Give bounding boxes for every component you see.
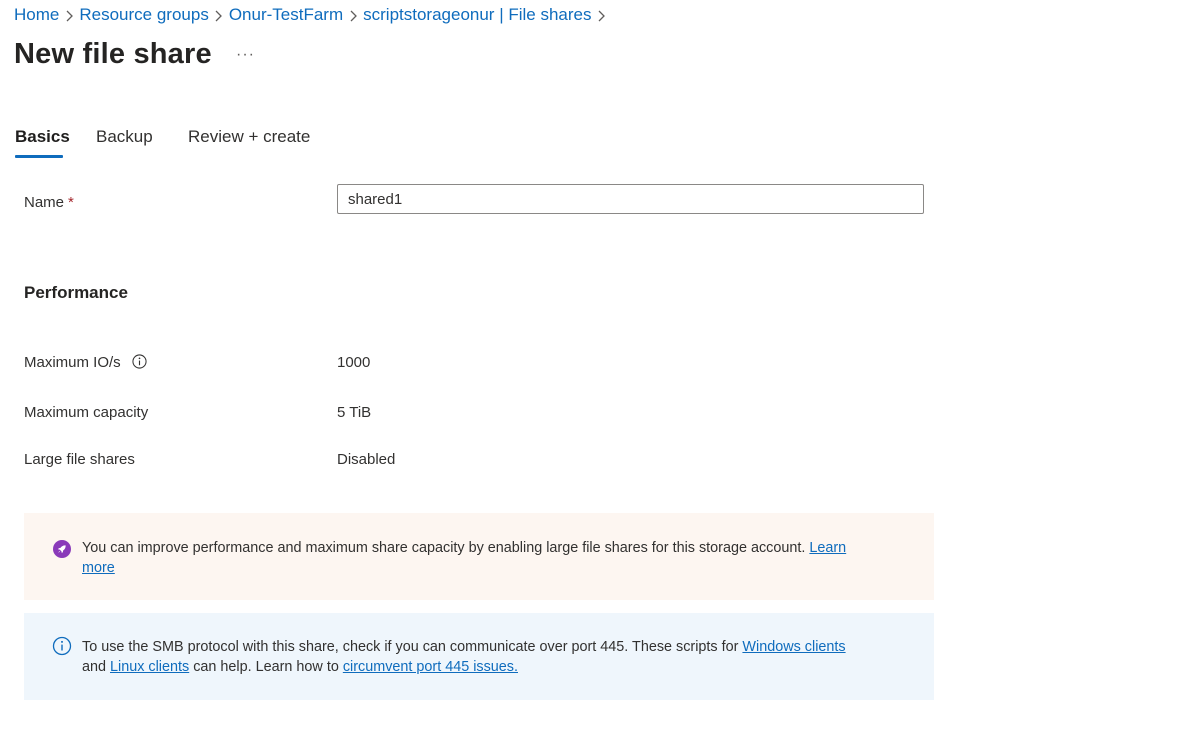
- circumvent-port-link[interactable]: circumvent port 445 issues.: [343, 659, 518, 675]
- tab-backup[interactable]: Backup: [96, 127, 153, 158]
- name-input[interactable]: [337, 184, 924, 214]
- name-label: Name *: [24, 194, 74, 211]
- page-title: New file share: [14, 38, 212, 70]
- info-text-3: can help. Learn how to: [193, 659, 339, 675]
- max-capacity-label: Maximum capacity: [24, 404, 149, 421]
- large-file-shares-label: Large file shares: [24, 451, 135, 468]
- performance-heading: Performance: [24, 283, 128, 302]
- chevron-right-icon: [59, 7, 79, 23]
- tab-basics[interactable]: Basics: [15, 127, 70, 158]
- more-options-button[interactable]: ···: [236, 46, 255, 64]
- chevron-right-icon: [343, 7, 363, 23]
- tab-backup-label: Backup: [96, 127, 153, 146]
- chevron-right-icon: [209, 7, 229, 23]
- tab-basics-label: Basics: [15, 127, 70, 146]
- info-text-1: To use the SMB protocol with this share,…: [82, 639, 739, 655]
- tab-review-create-label: Review + create: [188, 127, 311, 146]
- breadcrumb-file-shares[interactable]: scriptstorageonur | File shares: [363, 5, 591, 25]
- max-iops-label: Maximum IO/s: [24, 354, 147, 371]
- info-text-2: and: [82, 659, 107, 675]
- breadcrumb-resource-groups[interactable]: Resource groups: [79, 5, 208, 25]
- rocket-icon: [53, 540, 71, 558]
- info-icon[interactable]: [132, 354, 147, 369]
- warning-text: You can improve performance and maximum …: [82, 540, 806, 556]
- breadcrumb-home[interactable]: Home: [14, 5, 59, 25]
- name-label-text: Name: [24, 194, 65, 211]
- new-file-share-page: Home Resource groups Onur-TestFarm scrip…: [0, 0, 1199, 748]
- large-file-shares-banner: You can improve performance and maximum …: [24, 513, 934, 600]
- breadcrumb-resource-group[interactable]: Onur-TestFarm: [229, 5, 343, 25]
- active-tab-indicator: [15, 155, 63, 158]
- max-iops-value: 1000: [337, 354, 371, 371]
- required-marker: *: [68, 194, 74, 211]
- smb-info-banner: To use the SMB protocol with this share,…: [24, 613, 934, 700]
- large-file-shares-value: Disabled: [337, 451, 396, 468]
- smb-info-banner-text: To use the SMB protocol with this share,…: [82, 637, 876, 677]
- windows-clients-link[interactable]: Windows clients: [742, 639, 845, 655]
- linux-clients-link[interactable]: Linux clients: [110, 659, 189, 675]
- breadcrumb: Home Resource groups Onur-TestFarm scrip…: [14, 5, 611, 25]
- large-file-shares-banner-text: You can improve performance and maximum …: [82, 538, 876, 578]
- max-iops-label-text: Maximum IO/s: [24, 354, 121, 371]
- tab-review-create[interactable]: Review + create: [188, 127, 310, 158]
- chevron-right-icon: [591, 7, 611, 23]
- info-icon: [52, 636, 72, 656]
- max-capacity-value: 5 TiB: [337, 404, 372, 421]
